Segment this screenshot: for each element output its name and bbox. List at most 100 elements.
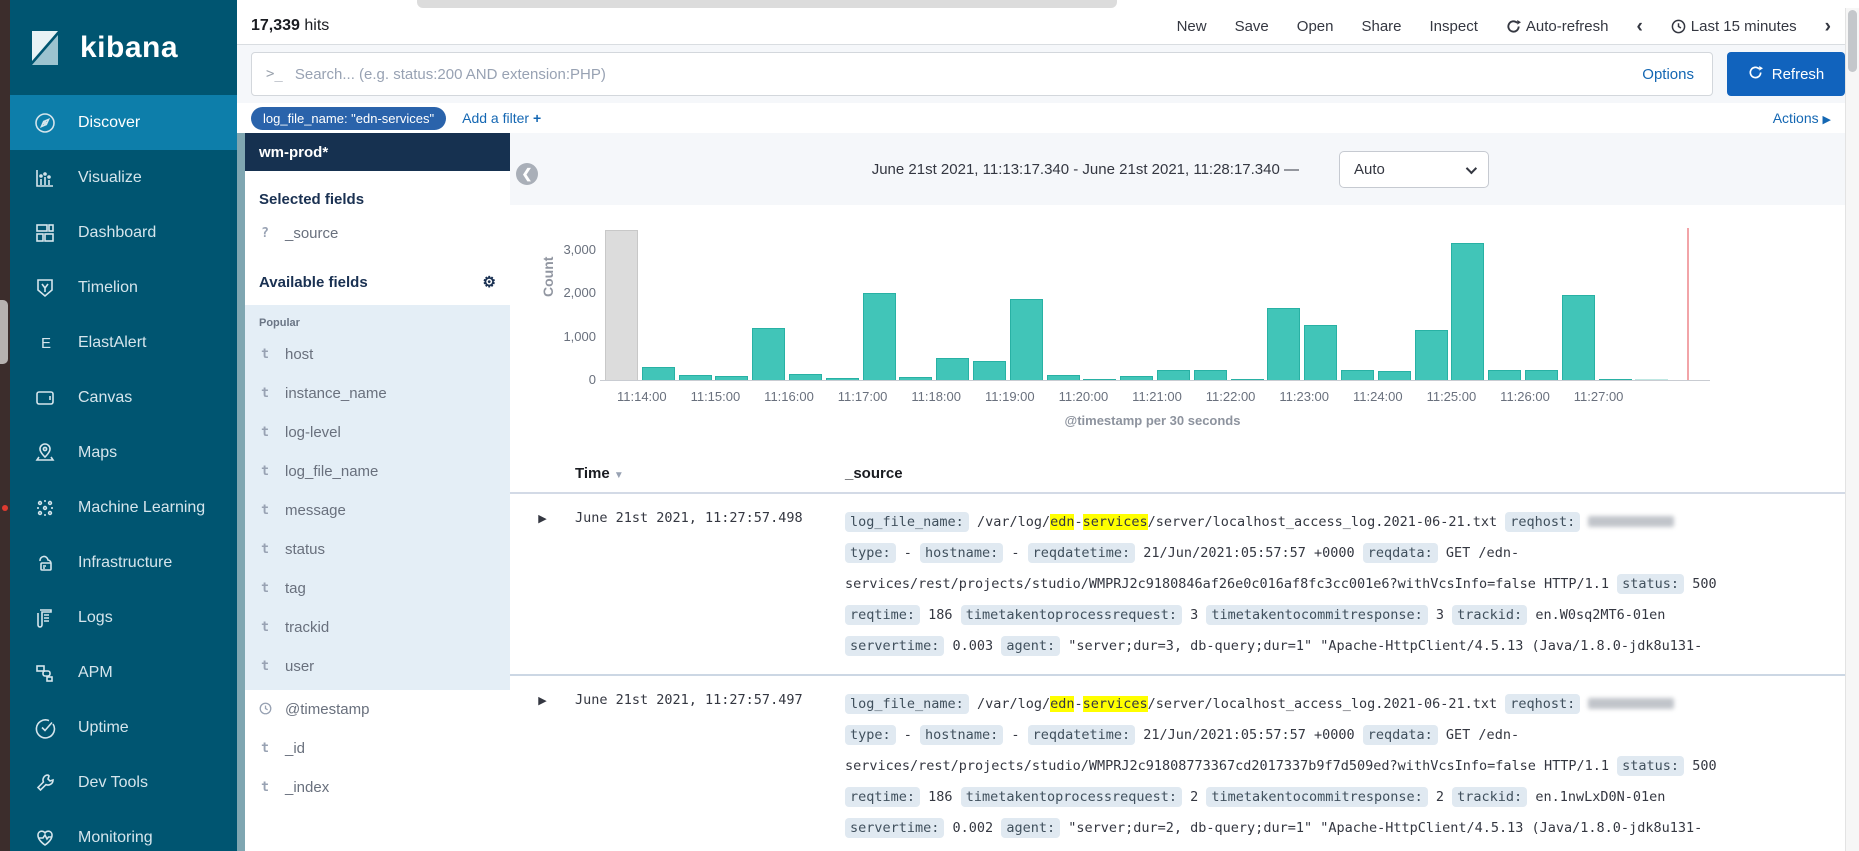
histogram-bar[interactable] (863, 293, 896, 380)
histogram-bar[interactable] (1194, 370, 1227, 380)
histogram-bar[interactable] (973, 361, 1006, 380)
sidebar-item-discover[interactable]: Discover (10, 95, 237, 150)
sidebar-item-dashboard[interactable]: Dashboard (10, 205, 237, 260)
sidebar-item-label: Uptime (78, 719, 129, 737)
field-badge: trackid: (1452, 787, 1527, 807)
vertical-scrollbar[interactable] (1845, 8, 1859, 851)
sidebar-item-infrastructure[interactable]: Infrastructure (10, 535, 237, 590)
sidebar-item-monitoring[interactable]: Monitoring (10, 810, 237, 851)
sidebar-collapse-strip[interactable] (237, 133, 245, 851)
field-item-message[interactable]: tmessage (245, 491, 510, 530)
sidebar-item-apm[interactable]: APM (10, 645, 237, 700)
histogram-bar[interactable] (752, 328, 785, 380)
plus-icon: + (533, 110, 541, 126)
histogram-bar[interactable] (1267, 308, 1300, 380)
fields-panel: wm-prod* Selected fields ?_source Availa… (245, 133, 510, 851)
highlighted-term: edn (1050, 696, 1074, 712)
histogram-bar[interactable] (1415, 330, 1448, 380)
filter-pill[interactable]: log_file_name: "edn-services" (251, 107, 446, 130)
available-fields-heading: Available fields ⚙ (245, 253, 510, 297)
sidebar-item-timelion[interactable]: Timelion (10, 260, 237, 315)
index-pattern-header[interactable]: wm-prod* (245, 133, 510, 171)
clock-icon (1671, 19, 1686, 34)
sidebar-item-label: Infrastructure (78, 554, 172, 572)
expand-row-caret[interactable]: ▶ (510, 689, 575, 844)
add-filter-link[interactable]: Add a filter + (462, 110, 541, 126)
field-item-instance_name[interactable]: tinstance_name (245, 374, 510, 413)
sidebar-item-uptime[interactable]: Uptime (10, 700, 237, 755)
main-area: 17,339 hits New Save Open Share Inspect … (237, 0, 1859, 851)
options-link[interactable]: Options (1642, 66, 1698, 83)
histogram-bar[interactable] (1010, 299, 1043, 380)
window-edge-strip (0, 0, 10, 851)
field-item-@timestamp[interactable]: @timestamp (245, 690, 510, 729)
histogram-bar[interactable] (1378, 371, 1411, 380)
edge-tab-handle[interactable] (0, 300, 8, 364)
sidebar-item-label: Dashboard (78, 224, 156, 242)
field-item-user[interactable]: tuser (245, 647, 510, 686)
histogram-bar[interactable] (1157, 370, 1190, 380)
gear-icon[interactable]: ⚙ (483, 273, 496, 291)
search-input[interactable] (295, 66, 1642, 83)
field-item-_id[interactable]: t_id (245, 729, 510, 768)
refresh-button[interactable]: Refresh (1727, 52, 1845, 96)
field-item-host[interactable]: thost (245, 335, 510, 374)
histogram-bar[interactable] (642, 367, 675, 380)
auto-refresh-button[interactable]: Auto-refresh (1506, 18, 1609, 35)
time-column-header[interactable]: Time ▼ (575, 465, 845, 482)
field-badge: servertime: (845, 636, 944, 656)
top-toolbar: 17,339 hits New Save Open Share Inspect … (237, 8, 1859, 45)
histogram-bar[interactable] (1451, 243, 1484, 380)
bar-chart-icon (34, 167, 56, 189)
field-item-tag[interactable]: ttag (245, 569, 510, 608)
field-item-_source[interactable]: ?_source (245, 214, 510, 253)
sidebar-item-machine-learning[interactable]: Machine Learning (10, 480, 237, 535)
sidebar-item-logs[interactable]: Logs (10, 590, 237, 645)
wrench-icon (34, 772, 56, 794)
time-picker-button[interactable]: Last 15 minutes (1671, 18, 1797, 35)
histogram-bar[interactable] (1525, 370, 1558, 380)
histogram-bar[interactable] (1304, 325, 1337, 380)
field-name: host (285, 346, 313, 363)
expand-row-caret[interactable]: ▶ (510, 507, 575, 662)
sidebar-item-dev-tools[interactable]: Dev Tools (10, 755, 237, 810)
histogram-bar[interactable] (936, 358, 969, 380)
filter-actions-link[interactable]: Actions ▶ (1773, 110, 1831, 126)
field-item-status[interactable]: tstatus (245, 530, 510, 569)
field-item-log-level[interactable]: tlog-level (245, 413, 510, 452)
save-button[interactable]: Save (1235, 18, 1269, 35)
field-badge: type: (845, 725, 896, 745)
time-forward-chevron[interactable]: › (1825, 17, 1831, 36)
field-item-trackid[interactable]: ttrackid (245, 608, 510, 647)
sidebar-item-maps[interactable]: Maps (10, 425, 237, 480)
field-name: status (285, 541, 325, 558)
x-tick-label: 11:23:00 (1279, 389, 1329, 404)
field-type-icon: t (259, 741, 271, 756)
sidebar-item-elastalert[interactable]: EElastAlert (10, 315, 237, 370)
sidebar-item-canvas[interactable]: Canvas (10, 370, 237, 425)
sort-caret-icon: ▼ (614, 470, 624, 481)
histogram-bar[interactable] (605, 230, 638, 380)
field-item-_index[interactable]: t_index (245, 768, 510, 807)
selected-fields-heading: Selected fields (245, 171, 510, 214)
field-name: _index (285, 779, 329, 796)
sidebar-item-label: Visualize (78, 169, 142, 187)
histogram-bar[interactable] (1562, 295, 1595, 380)
field-item-log_file_name[interactable]: tlog_file_name (245, 452, 510, 491)
kibana-brand[interactable]: kibana (10, 0, 237, 95)
scrollbar-thumb[interactable] (1848, 10, 1857, 72)
inspect-button[interactable]: Inspect (1430, 18, 1478, 35)
highlighted-term: edn (1050, 514, 1074, 530)
new-button[interactable]: New (1177, 18, 1207, 35)
browser-tab-fragment (417, 0, 1117, 8)
time-back-chevron[interactable]: ‹ (1636, 17, 1642, 36)
histogram-bar[interactable] (1488, 370, 1521, 380)
browser-edge (237, 0, 1859, 8)
open-button[interactable]: Open (1297, 18, 1334, 35)
sidebar-item-visualize[interactable]: Visualize (10, 150, 237, 205)
clock-field-icon (259, 702, 271, 717)
source-line: servertime: 0.002 agent: "server;dur=2, … (845, 813, 1819, 844)
histogram-bar[interactable] (1341, 370, 1374, 380)
interval-select[interactable]: Auto (1339, 151, 1489, 188)
share-button[interactable]: Share (1361, 18, 1401, 35)
